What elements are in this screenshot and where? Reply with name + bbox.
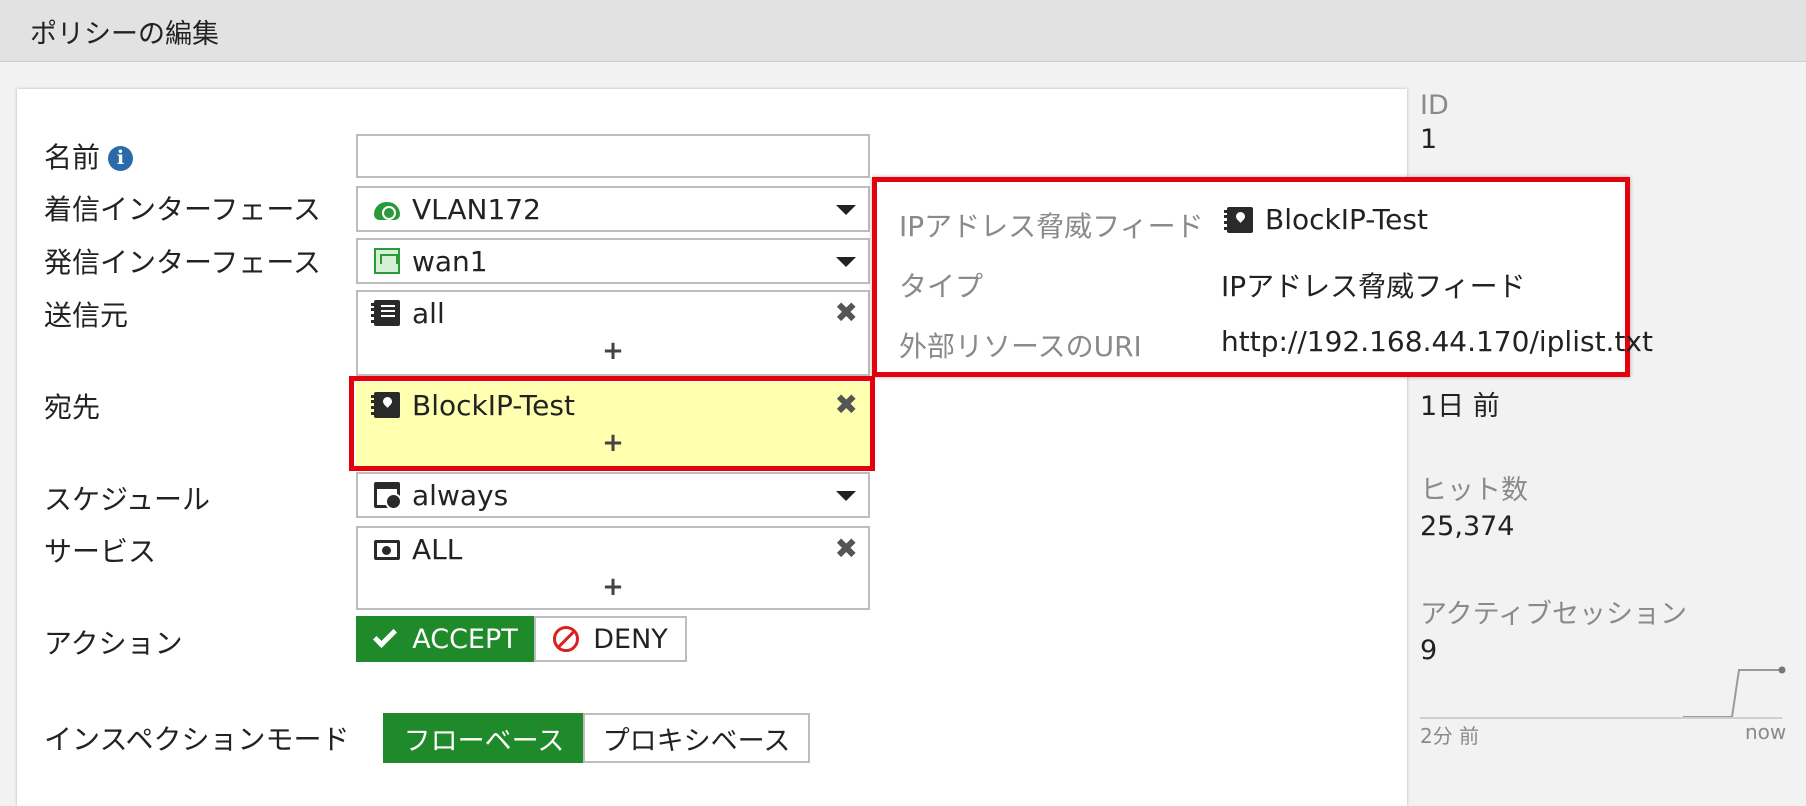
name-input[interactable]: [356, 134, 870, 178]
accept-button[interactable]: ACCEPT: [356, 616, 536, 662]
tooltip-value-type: IPアドレス脅威フィード: [1221, 270, 1526, 303]
accept-label: ACCEPT: [412, 623, 518, 655]
schedule-select[interactable]: always: [356, 472, 870, 518]
threat-feed-icon: [371, 392, 400, 418]
outgoing-interface-value: wan1: [412, 244, 488, 278]
service-value: ALL: [412, 532, 463, 566]
check-icon: [373, 623, 398, 649]
proxy-based-button[interactable]: プロキシベース: [583, 713, 810, 763]
incoming-interface-select[interactable]: VLAN172: [356, 186, 870, 232]
inspection-mode-label: インスペクションモード: [44, 723, 350, 756]
action-label: アクション: [44, 627, 183, 660]
cloud-icon: [374, 202, 400, 220]
sparkline-point: [1778, 666, 1786, 674]
hits-label: ヒット数: [1420, 475, 1528, 506]
info-icon[interactable]: i: [108, 146, 134, 171]
source-value: all: [412, 296, 445, 330]
add-source-button[interactable]: +: [358, 336, 868, 366]
service-label: サービス: [44, 535, 157, 568]
destination-value: BlockIP-Test: [412, 388, 575, 422]
sparkline-end-label: now: [1745, 720, 1787, 744]
sparkline-path: [1683, 669, 1782, 718]
service-icon: [374, 540, 400, 560]
chevron-down-icon[interactable]: [836, 257, 856, 267]
outgoing-interface-select[interactable]: wan1: [356, 238, 870, 284]
sessions-sparkline: [1683, 666, 1786, 718]
id-value: 1: [1420, 124, 1438, 155]
add-destination-button[interactable]: +: [358, 428, 868, 458]
name-label: 名前 i: [44, 136, 134, 176]
add-service-button[interactable]: +: [358, 572, 868, 602]
last-used-value: 1日 前: [1420, 391, 1500, 422]
threat-feed-icon: [1224, 206, 1253, 233]
chevron-down-icon[interactable]: [836, 205, 856, 215]
deny-button[interactable]: DENY: [534, 616, 687, 662]
sparkline-start-label: 2分 前: [1420, 724, 1480, 748]
remove-destination-icon[interactable]: ✖: [835, 388, 858, 421]
threat-feed-tooltip: IPアドレス脅威フィード BlockIP-Test タイプ IPアドレス脅威フィ…: [872, 177, 1653, 377]
port-icon: [374, 248, 400, 274]
deny-icon: [553, 626, 580, 652]
schedule-value: always: [412, 478, 509, 512]
destination-label: 宛先: [44, 391, 101, 424]
active-sessions-label: アクティブセッション: [1420, 599, 1688, 630]
id-label: ID: [1420, 90, 1449, 121]
hits-value: 25,374: [1420, 511, 1515, 542]
tooltip-value-feed-text: BlockIP-Test: [1265, 203, 1428, 236]
tooltip-key-uri: 外部リソースのURI: [899, 330, 1142, 363]
incoming-interface-value: VLAN172: [412, 192, 541, 226]
deny-label: DENY: [593, 623, 668, 655]
outgoing-interface-label: 発信インターフェース: [44, 246, 321, 279]
remove-service-icon[interactable]: ✖: [835, 532, 858, 565]
tooltip-value-uri: http://192.168.44.170/iplist.txt: [1221, 325, 1653, 358]
page-title: ポリシーの編集: [30, 19, 219, 50]
source-field[interactable]: all ✖ +: [356, 290, 870, 376]
name-label-text: 名前: [44, 141, 101, 174]
source-label: 送信元: [44, 299, 129, 332]
destination-field[interactable]: BlockIP-Test ✖ +: [356, 382, 870, 466]
schedule-label: スケジュール: [44, 483, 211, 516]
flow-based-button[interactable]: フローベース: [383, 713, 585, 763]
title-bar: ポリシーの編集: [0, 0, 1806, 62]
address-book-icon: [371, 300, 400, 326]
tooltip-value-feed: BlockIP-Test: [1224, 203, 1428, 236]
service-field[interactable]: ALL ✖ +: [356, 526, 870, 610]
incoming-interface-label: 着信インターフェース: [44, 193, 321, 226]
sparkline-axis: [1420, 717, 1782, 719]
schedule-icon: [374, 482, 402, 510]
tooltip-key-feed: IPアドレス脅威フィード: [899, 210, 1204, 243]
tooltip-key-type: タイプ: [899, 270, 984, 303]
remove-source-icon[interactable]: ✖: [835, 296, 858, 329]
chevron-down-icon[interactable]: [836, 491, 856, 501]
